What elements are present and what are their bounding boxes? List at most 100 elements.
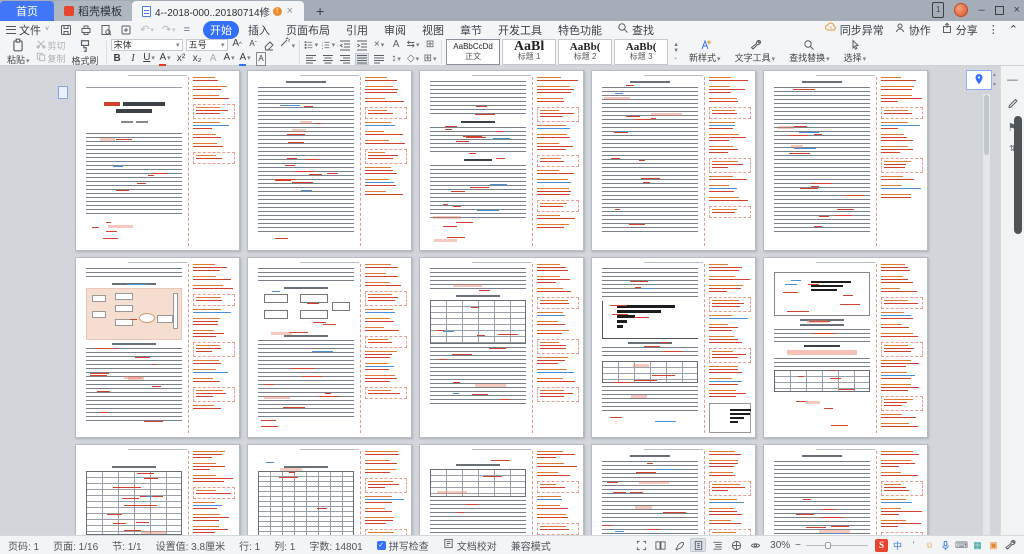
comment-stub[interactable] bbox=[537, 170, 579, 176]
comment-stub[interactable] bbox=[709, 297, 751, 312]
comment-stub[interactable] bbox=[193, 387, 235, 402]
comment-stub[interactable] bbox=[537, 98, 579, 104]
sogou-smiley-icon[interactable]: ☺ bbox=[923, 539, 936, 552]
decrease-indent-button[interactable] bbox=[338, 39, 352, 51]
comment-stub[interactable] bbox=[709, 197, 751, 203]
comment-stub[interactable] bbox=[193, 360, 235, 366]
clear-format-button[interactable] bbox=[263, 39, 276, 51]
comment-stub[interactable] bbox=[881, 312, 923, 321]
doc-count-badge[interactable]: 1 bbox=[932, 2, 944, 18]
comment-stub[interactable] bbox=[537, 496, 579, 502]
maximize-button[interactable] bbox=[995, 6, 1004, 15]
comment-stub[interactable] bbox=[537, 321, 579, 327]
comment-stub[interactable] bbox=[881, 481, 923, 496]
comment-stub[interactable] bbox=[193, 309, 235, 315]
comment-stub[interactable] bbox=[881, 276, 923, 285]
ribbon-tab-插入[interactable]: 插入 bbox=[241, 21, 277, 39]
sogou-toolbox-icon[interactable]: ▣ bbox=[987, 539, 1000, 552]
styles-scroll[interactable]: ▲▼⌄ bbox=[672, 40, 680, 63]
tab-document[interactable]: 4--2018-000..20180714修订 ! × bbox=[132, 1, 304, 21]
view-mode-two-page[interactable] bbox=[652, 538, 668, 552]
clear-format-button[interactable]: ×▾ bbox=[372, 39, 386, 51]
comment-stub[interactable] bbox=[709, 378, 751, 387]
comment-stub[interactable] bbox=[365, 140, 407, 146]
comment-stub[interactable] bbox=[881, 122, 923, 131]
comment-stub[interactable] bbox=[193, 463, 235, 472]
comment-stub[interactable] bbox=[709, 451, 751, 457]
file-menu[interactable]: 文件 ˅ bbox=[6, 22, 49, 38]
comment-stub[interactable] bbox=[537, 472, 579, 478]
comment-stub[interactable] bbox=[193, 475, 235, 484]
proofread-button[interactable]: 文档校对 bbox=[443, 538, 497, 553]
page-thumbnail-1[interactable] bbox=[75, 70, 240, 251]
comment-stub[interactable] bbox=[881, 95, 923, 104]
ribbon-collapse-handle[interactable]: = bbox=[181, 24, 193, 36]
page-thumbnail-11[interactable] bbox=[75, 444, 240, 535]
comment-stub[interactable] bbox=[193, 342, 235, 357]
comment-stub[interactable] bbox=[537, 224, 579, 230]
pencil-icon[interactable] bbox=[1007, 96, 1019, 111]
main-scrollbar-thumb[interactable] bbox=[1014, 116, 1022, 234]
increase-indent-button[interactable] bbox=[355, 39, 369, 51]
new-tab-button[interactable]: + bbox=[304, 1, 336, 21]
comment-stub[interactable] bbox=[537, 77, 579, 83]
comment-stub[interactable] bbox=[881, 423, 923, 429]
text-tools-button[interactable]: 文字工具▾ bbox=[730, 39, 781, 65]
comment-stub[interactable] bbox=[709, 134, 751, 143]
comment-stub[interactable] bbox=[709, 324, 751, 333]
comment-stub[interactable] bbox=[365, 460, 407, 466]
ribbon-tab-特色功能[interactable]: 特色功能 bbox=[551, 21, 609, 39]
redo-button[interactable]: ↷▾ bbox=[159, 23, 179, 36]
print-preview-button[interactable] bbox=[97, 24, 115, 36]
new-style-button[interactable]: 新样式▾ bbox=[684, 39, 726, 65]
view-mode-page-view[interactable] bbox=[690, 538, 706, 552]
page-thumbnail-9[interactable] bbox=[591, 257, 756, 438]
align-right-button[interactable] bbox=[338, 53, 352, 65]
comment-stub[interactable] bbox=[193, 285, 235, 291]
ribbon-tab-开发工具[interactable]: 开发工具 bbox=[491, 21, 549, 39]
comment-stub[interactable] bbox=[365, 469, 407, 475]
comment-stub[interactable] bbox=[709, 472, 751, 478]
comment-stub[interactable] bbox=[193, 134, 235, 140]
comment-stub[interactable] bbox=[365, 167, 407, 176]
sogou-quote-icon[interactable]: ' bbox=[907, 539, 920, 552]
comment-stub[interactable] bbox=[365, 131, 407, 137]
format-painter-button[interactable]: 格式刷 bbox=[69, 38, 102, 66]
comment-stub[interactable] bbox=[365, 122, 407, 128]
style-card-标题 3[interactable]: AaBb(标题 3 bbox=[614, 39, 668, 65]
page-thumbnail-6[interactable] bbox=[75, 257, 240, 438]
underline-button[interactable]: U▾ bbox=[143, 52, 156, 65]
comment-stub[interactable] bbox=[537, 378, 579, 384]
comment-stub[interactable] bbox=[881, 297, 923, 309]
sogou-mic-icon[interactable] bbox=[939, 539, 952, 552]
collapse-pane-handle[interactable]: — bbox=[1007, 74, 1018, 86]
undo-button[interactable]: ↶▾ bbox=[137, 23, 157, 36]
comment-stub[interactable] bbox=[193, 502, 235, 511]
comment-stub[interactable] bbox=[881, 324, 923, 330]
comment-stub[interactable] bbox=[193, 294, 235, 306]
comment-stub[interactable] bbox=[881, 499, 923, 505]
comment-stub[interactable] bbox=[881, 77, 923, 83]
collaborate-button[interactable]: 协作 bbox=[894, 22, 931, 38]
line-spacing-button[interactable]: ↕▾ bbox=[389, 53, 403, 65]
comment-stub[interactable] bbox=[365, 98, 407, 104]
comment-stub[interactable] bbox=[365, 351, 407, 360]
comment-stub[interactable] bbox=[881, 508, 923, 517]
comment-stub[interactable] bbox=[881, 372, 923, 381]
comment-stub[interactable] bbox=[193, 95, 235, 101]
comment-stub[interactable] bbox=[881, 520, 923, 529]
view-mode-web-layout[interactable] bbox=[728, 538, 744, 552]
shading-button[interactable]: ◇▾ bbox=[406, 53, 420, 65]
view-mode-ink[interactable] bbox=[671, 538, 687, 552]
font-name-combo[interactable]: 宋体▾ bbox=[111, 39, 183, 51]
comment-stub[interactable] bbox=[365, 273, 407, 279]
comment-stub[interactable] bbox=[365, 318, 407, 324]
comment-stub[interactable] bbox=[881, 288, 923, 294]
save-button[interactable] bbox=[57, 24, 75, 36]
comment-stub[interactable] bbox=[537, 107, 579, 122]
comment-stub[interactable] bbox=[537, 179, 579, 185]
comment-stub[interactable] bbox=[537, 523, 579, 535]
comment-stub[interactable] bbox=[881, 451, 923, 457]
comment-stub[interactable] bbox=[881, 185, 923, 191]
comment-stub[interactable] bbox=[881, 472, 923, 478]
